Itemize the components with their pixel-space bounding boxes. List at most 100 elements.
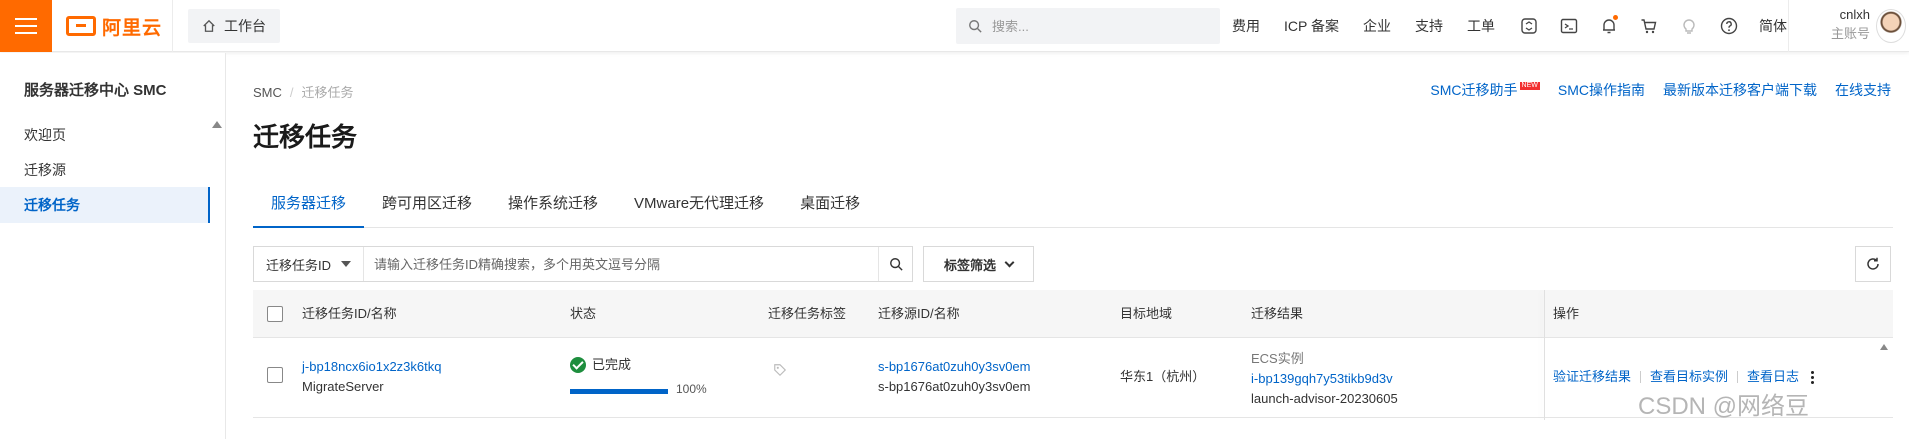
refresh-icon xyxy=(1867,257,1879,270)
result-type: ECS实例 xyxy=(1251,351,1304,366)
terminal-icon[interactable] xyxy=(1559,16,1579,36)
check-circle-icon xyxy=(570,357,586,373)
watermark: CSDN @网络豆 xyxy=(1638,393,1810,420)
notification-dot xyxy=(1612,15,1618,20)
column-header-actions: 操作 xyxy=(1553,306,1580,321)
cloud-shell-icon[interactable] xyxy=(1519,16,1539,36)
progress-bar xyxy=(570,389,668,394)
action-separator xyxy=(1737,371,1739,383)
help-links: SMC迁移助手 NEW SMC操作指南 最新版本迁移客户端下载 在线支持 xyxy=(1430,80,1891,100)
search-button[interactable] xyxy=(878,247,912,281)
row-checkbox[interactable] xyxy=(267,367,283,383)
tab-desktop-migration[interactable]: 桌面迁移 xyxy=(782,190,878,228)
column-header-tags: 迁移任务标签 xyxy=(768,306,847,321)
menu-icon[interactable] xyxy=(0,0,52,52)
aliyun-logo[interactable]: 阿里云 xyxy=(66,14,163,39)
table-scroll-up-icon[interactable] xyxy=(1880,344,1888,350)
breadcrumb-separator: / xyxy=(289,85,294,100)
logo-text: 阿里云 xyxy=(102,17,163,39)
actions-column-divider xyxy=(1544,290,1545,420)
page-title: 迁移任务 xyxy=(253,122,358,152)
new-badge: NEW xyxy=(1519,82,1540,90)
user-name: cnlxh xyxy=(1839,7,1870,22)
global-search[interactable] xyxy=(956,8,1220,44)
sidebar: 服务器迁移中心 SMC 欢迎页 迁移源 迁移任务 xyxy=(0,53,226,439)
home-icon xyxy=(203,19,215,32)
search-icon xyxy=(889,258,903,271)
target-region: 华东1（杭州） xyxy=(1120,369,1206,384)
progress-fill xyxy=(570,389,668,394)
tag-filter-button[interactable]: 标签筛选 xyxy=(923,246,1034,282)
column-header-result: 迁移结果 xyxy=(1251,306,1304,321)
sidebar-scroll-up-icon[interactable] xyxy=(212,121,222,128)
avatar[interactable] xyxy=(1876,9,1906,43)
column-header-region: 目标地域 xyxy=(1120,306,1173,321)
caret-down-icon xyxy=(341,261,352,267)
row-actions: 验证迁移结果 查看目标实例 查看日志 xyxy=(1553,367,1815,387)
search-field-label: 迁移任务ID xyxy=(266,257,332,273)
view-target-instance-link[interactable]: 查看目标实例 xyxy=(1650,367,1728,387)
column-header-source: 迁移源ID/名称 xyxy=(878,306,960,321)
support-link[interactable]: 支持 xyxy=(1415,16,1443,36)
column-header-status: 状态 xyxy=(570,306,597,321)
lightbulb-icon[interactable] xyxy=(1679,16,1699,36)
result-instance-link[interactable]: i-bp139gqh7y53tikb9d3v xyxy=(1251,369,1398,389)
status-badge: 已完成 xyxy=(570,355,631,375)
column-header-job: 迁移任务ID/名称 xyxy=(302,306,397,321)
more-actions-icon[interactable] xyxy=(1811,370,1815,384)
search-field-select[interactable]: 迁移任务ID xyxy=(254,247,364,281)
smc-assistant-label: SMC迁移助手 xyxy=(1430,82,1518,98)
job-id-link[interactable]: j-bp18ncx6io1x2z3k6tkq xyxy=(302,357,441,377)
icp-link[interactable]: ICP 备案 xyxy=(1284,16,1339,36)
tag-icon[interactable] xyxy=(773,363,787,383)
progress-percent: 100% xyxy=(676,382,707,396)
help-icon[interactable] xyxy=(1719,16,1739,36)
breadcrumb-smc[interactable]: SMC xyxy=(253,85,282,100)
ticket-link[interactable]: 工单 xyxy=(1467,16,1495,36)
bell-icon[interactable] xyxy=(1599,15,1619,36)
sidebar-item-welcome[interactable]: 欢迎页 xyxy=(0,117,210,153)
breadcrumb: SMC / 迁移任务 xyxy=(253,82,354,101)
search-input[interactable] xyxy=(990,17,1200,35)
smc-guide-link[interactable]: SMC操作指南 xyxy=(1558,80,1645,100)
smc-assistant-link[interactable]: SMC迁移助手 NEW xyxy=(1430,80,1540,100)
tab-os-migration[interactable]: 操作系统迁移 xyxy=(490,190,616,228)
tag-filter-label: 标签筛选 xyxy=(943,257,996,273)
tab-vmware-agentless-migration[interactable]: VMware无代理迁移 xyxy=(616,190,782,228)
workbench-button[interactable]: 工作台 xyxy=(188,9,280,43)
sidebar-item-jobs[interactable]: 迁移任务 xyxy=(0,187,210,223)
search-icon xyxy=(969,20,982,33)
select-all-checkbox[interactable] xyxy=(267,306,283,322)
sidebar-item-sources[interactable]: 迁移源 xyxy=(0,152,210,188)
divider xyxy=(172,0,173,52)
sidebar-title: 服务器迁移中心 SMC xyxy=(24,82,167,99)
action-separator xyxy=(1640,371,1642,383)
cart-icon[interactable] xyxy=(1639,16,1659,36)
chevron-down-icon xyxy=(1004,257,1015,267)
user-menu[interactable]: cnlxh 主账号 xyxy=(1800,6,1870,44)
refresh-button[interactable] xyxy=(1855,246,1891,282)
verify-result-link[interactable]: 验证迁移结果 xyxy=(1553,367,1631,387)
job-name: MigrateServer xyxy=(302,379,384,394)
top-navbar: 阿里云 工作台 费用 ICP 备案 企业 支持 工单 xyxy=(0,0,1909,52)
source-id-link[interactable]: s-bp1676at0zuh0y3sv0em xyxy=(878,357,1031,377)
job-id-search-input[interactable] xyxy=(364,255,878,273)
fees-link[interactable]: 费用 xyxy=(1232,16,1260,36)
view-log-link[interactable]: 查看日志 xyxy=(1747,367,1799,387)
top-links: 费用 ICP 备案 企业 支持 工单 简体 xyxy=(1232,0,1811,52)
workbench-label: 工作台 xyxy=(224,18,266,34)
source-name: s-bp1676at0zuh0y3sv0em xyxy=(878,379,1031,394)
result-name: launch-advisor-20230605 xyxy=(1251,391,1398,406)
tab-cross-zone-migration[interactable]: 跨可用区迁移 xyxy=(364,190,490,228)
table-header: 迁移任务ID/名称 状态 迁移任务标签 迁移源ID/名称 目标地域 迁移结果 操… xyxy=(253,290,1893,338)
tab-server-migration[interactable]: 服务器迁移 xyxy=(253,190,365,228)
client-download-link[interactable]: 最新版本迁移客户端下载 xyxy=(1663,80,1817,100)
breadcrumb-current: 迁移任务 xyxy=(301,85,354,100)
online-support-link[interactable]: 在线支持 xyxy=(1835,80,1891,100)
aliyun-logo-mark xyxy=(66,16,96,36)
job-search-bar: 迁移任务ID xyxy=(253,246,913,282)
migration-tabs: 服务器迁移 跨可用区迁移 操作系统迁移 VMware无代理迁移 桌面迁移 xyxy=(253,190,1893,228)
divider xyxy=(1788,0,1789,52)
language-switch[interactable]: 简体 xyxy=(1759,16,1787,36)
enterprise-link[interactable]: 企业 xyxy=(1363,16,1391,36)
